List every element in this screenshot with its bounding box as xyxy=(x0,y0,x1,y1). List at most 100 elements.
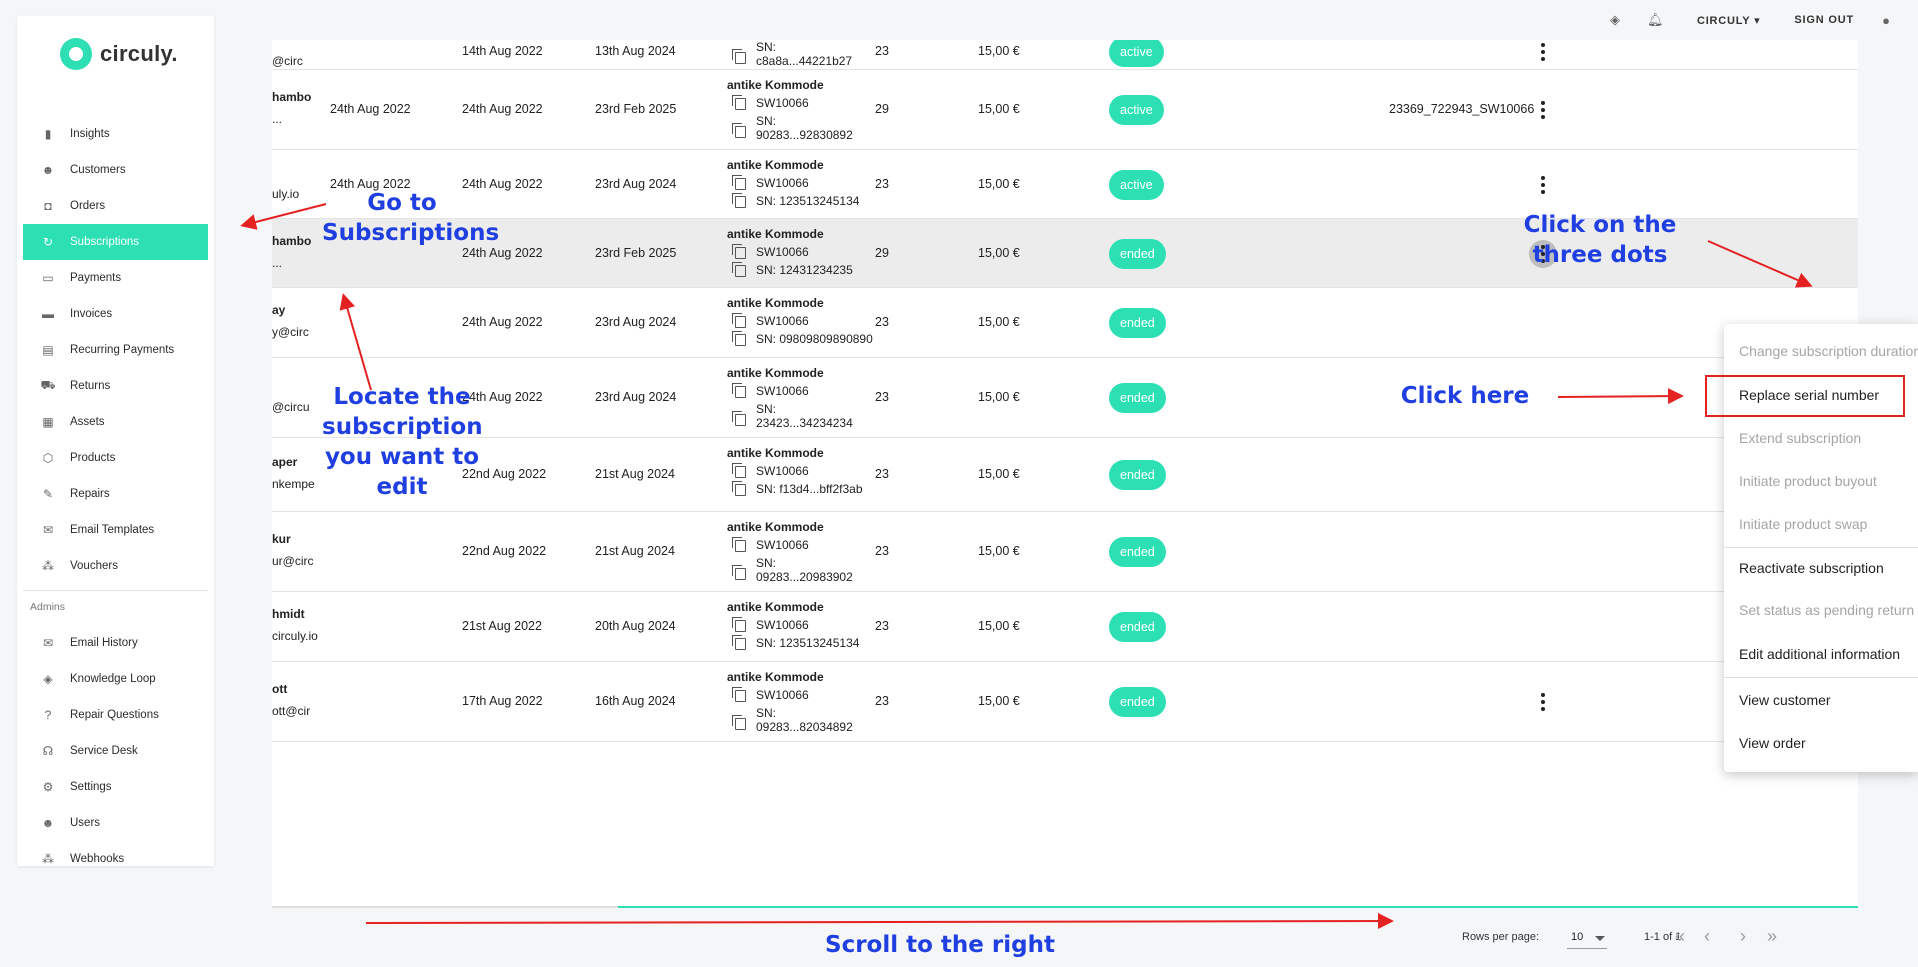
sidebar-item-repair-questions[interactable]: ? Repair Questions xyxy=(23,697,208,733)
customer-email: ott@cir xyxy=(272,704,311,718)
serial-line: SN: 90283...92830892 xyxy=(727,114,853,142)
serial-line: SN: 123513245134 xyxy=(727,193,859,208)
horizontal-scrollbar[interactable] xyxy=(272,906,1858,908)
sidebar-item-label: Users xyxy=(70,817,101,829)
menu-item-view-order[interactable]: View order xyxy=(1724,722,1918,765)
scrollbar-thumb[interactable] xyxy=(618,906,1858,908)
copy-icon[interactable] xyxy=(732,262,746,277)
serial-value: 90283...92830892 xyxy=(756,128,853,142)
sku-line: SW10066 xyxy=(727,463,863,478)
table-row[interactable]: uly.io 24th Aug 2022 24th Aug 2022 23rd Aug… xyxy=(272,150,1858,219)
duration: 23 xyxy=(875,315,889,329)
sidebar-item-vouchers[interactable]: ⁂ Vouchers xyxy=(23,548,208,584)
rows-per-page-select[interactable]: 10 xyxy=(1567,927,1607,949)
sku: SW10066 xyxy=(756,688,809,702)
more-actions-icon[interactable] xyxy=(1529,688,1557,716)
next-page-icon[interactable]: › xyxy=(1740,926,1746,947)
sidebar-item-settings[interactable]: ⚙ Settings xyxy=(23,769,208,805)
logo[interactable]: circuly. xyxy=(60,38,178,70)
graduation-cap-icon[interactable]: ◈ xyxy=(1607,12,1623,28)
chevron-down-icon xyxy=(1595,936,1605,941)
sidebar-item-orders[interactable]: ◘ Orders xyxy=(23,188,208,224)
sidebar-item-repairs[interactable]: ✎ Repairs xyxy=(23,476,208,512)
question-icon: ? xyxy=(44,708,52,722)
copy-icon[interactable] xyxy=(732,565,746,580)
menu-item-view-customer[interactable]: View customer xyxy=(1724,679,1918,722)
serial-value: c8a8a...44221b27 xyxy=(756,54,853,68)
table-row[interactable]: aper nkempe 22nd Aug 2022 21st Aug 2024 anti… xyxy=(272,438,1858,512)
sidebar-item-label: Knowledge Loop xyxy=(70,673,156,685)
status-badge: ended xyxy=(1109,687,1166,717)
serial-prefix: SN: xyxy=(756,402,777,416)
copy-icon[interactable] xyxy=(732,313,746,328)
copy-icon[interactable] xyxy=(732,175,746,190)
copy-icon[interactable] xyxy=(732,123,746,138)
user-icon[interactable]: ● xyxy=(1878,13,1894,28)
sidebar-item-users[interactable]: ☻ Users xyxy=(23,805,208,841)
copy-icon[interactable] xyxy=(732,635,746,650)
sidebar-item-label: Settings xyxy=(70,781,112,793)
table-row[interactable]: kur ur@circ 22nd Aug 2022 21st Aug 2024 anti… xyxy=(272,512,1858,592)
copy-icon[interactable] xyxy=(732,687,746,702)
sidebar-item-label: Vouchers xyxy=(70,560,118,572)
invoice-icon: ▬ xyxy=(42,307,54,321)
copy-icon[interactable] xyxy=(732,193,746,208)
first-page-icon[interactable]: « xyxy=(1675,926,1685,947)
status-badge: active xyxy=(1109,40,1164,67)
copy-icon[interactable] xyxy=(732,463,746,478)
table-row[interactable]: hmidt circuly.io 21st Aug 2022 20th Aug 202… xyxy=(272,592,1858,662)
copy-icon[interactable] xyxy=(732,95,746,110)
sidebar-item-knowledge-loop[interactable]: ◈ Knowledge Loop xyxy=(23,661,208,697)
sidebar-item-email-history[interactable]: ✉ Email History xyxy=(23,625,208,661)
circuly-logo-icon xyxy=(60,38,92,70)
table-row[interactable]: @circu 24th Aug 2022 23rd Aug 2024 antike K… xyxy=(272,358,1858,438)
copy-icon[interactable] xyxy=(732,331,746,346)
more-actions-icon[interactable] xyxy=(1529,96,1557,124)
vouchers-icon: ⁂ xyxy=(42,559,54,573)
sidebar-item-label: Invoices xyxy=(70,308,113,320)
sidebar-item-products[interactable]: ⬡ Products xyxy=(23,440,208,476)
sidebar-item-label: Email History xyxy=(70,637,138,649)
product-name: antike Kommode xyxy=(727,158,824,172)
sidebar-item-assets[interactable]: ▦ Assets xyxy=(23,404,208,440)
sidebar-item-payments[interactable]: ▭ Payments xyxy=(23,260,208,296)
customer-email: nkempe xyxy=(272,477,315,491)
sidebar-item-returns[interactable]: ⛟ Returns xyxy=(23,368,208,404)
more-actions-icon[interactable] xyxy=(1529,171,1557,199)
table-row[interactable]: ott ott@cir 17th Aug 2022 16th Aug 2024 anti… xyxy=(272,662,1858,742)
copy-icon[interactable] xyxy=(732,715,746,730)
sidebar-item-customers[interactable]: ☻ Customers xyxy=(23,152,208,188)
table-row[interactable]: ay y@circ 24th Aug 2022 23rd Aug 2024 antike… xyxy=(272,288,1858,358)
prev-page-icon[interactable]: ‹ xyxy=(1704,926,1710,947)
last-page-icon[interactable]: » xyxy=(1767,926,1777,947)
copy-icon[interactable] xyxy=(732,617,746,632)
duration: 23 xyxy=(875,619,889,633)
table-row[interactable]: @circ 14th Aug 2022 13th Aug 2024 SN: c8a8a.… xyxy=(272,40,1858,70)
account-menu[interactable]: CIRCULY ▾ xyxy=(1697,14,1760,27)
sidebar-item-label: Products xyxy=(70,452,116,464)
table-row[interactable]: hambo... 24th Aug 2022 24th Aug 2022 23rd F… xyxy=(272,70,1858,150)
sidebar-item-insights[interactable]: ▮ Insights xyxy=(23,116,208,152)
duration: 23 xyxy=(875,176,889,191)
copy-icon[interactable] xyxy=(732,537,746,552)
copy-icon[interactable] xyxy=(732,49,746,64)
sidebar-item-webhooks[interactable]: ⁂ Webhooks xyxy=(23,841,208,877)
sidebar-item-email-templates[interactable]: ✉ Email Templates xyxy=(23,512,208,548)
serial-number: SN: f13d4...bff2f3ab xyxy=(756,482,863,496)
sidebar-item-invoices[interactable]: ▬ Invoices xyxy=(23,296,208,332)
sidebar-item-recurring-payments[interactable]: ▤ Recurring Payments xyxy=(23,332,208,368)
annotation-go-to: Go to Subscriptions xyxy=(322,188,499,248)
sidebar-item-service-desk[interactable]: ☊ Service Desk xyxy=(23,733,208,769)
menu-item-edit-additional-information[interactable]: Edit additional information xyxy=(1724,633,1918,676)
product-name: antike Kommode xyxy=(727,296,824,310)
more-actions-icon[interactable] xyxy=(1529,40,1557,66)
bell-icon[interactable]: 🔔︎ xyxy=(1647,12,1664,28)
sign-out-button[interactable]: SIGN OUT xyxy=(1794,14,1854,26)
customer-email: circuly.io xyxy=(272,629,318,643)
copy-icon[interactable] xyxy=(732,244,746,259)
menu-item-reactivate-subscription[interactable]: Reactivate subscription xyxy=(1724,547,1918,590)
sidebar-item-subscriptions[interactable]: ↻ Subscriptions xyxy=(23,224,208,260)
copy-icon[interactable] xyxy=(732,383,746,398)
copy-icon[interactable] xyxy=(732,411,746,426)
copy-icon[interactable] xyxy=(732,481,746,496)
